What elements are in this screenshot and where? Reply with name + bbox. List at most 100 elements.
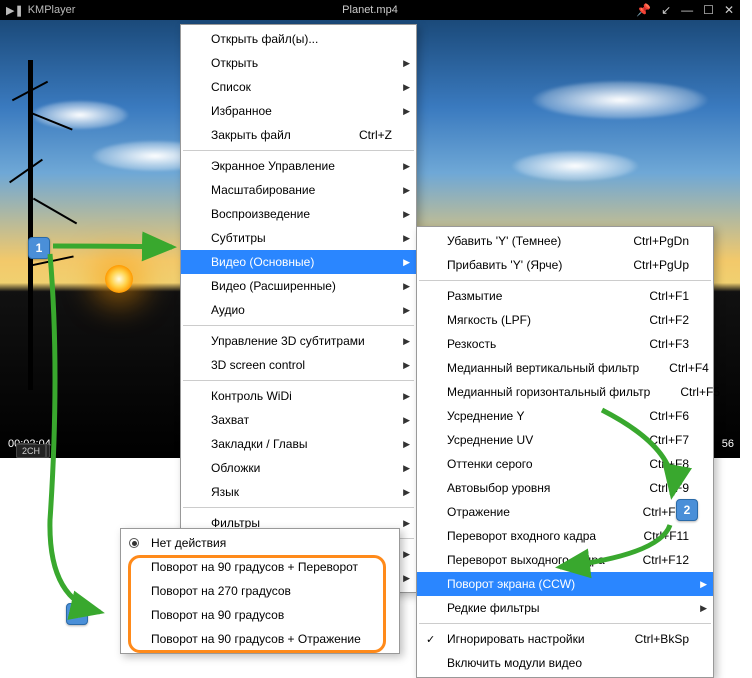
pin-icon[interactable]: 📌 <box>636 3 651 17</box>
menu-item[interactable]: Видео (Основные)▶ <box>181 250 416 274</box>
cloud <box>530 80 710 120</box>
menu-label: Редкие фильтры <box>447 601 540 615</box>
submenu-arrow-icon: ▶ <box>403 391 410 402</box>
app-logo: ▶❚ KMPlayer <box>6 4 75 17</box>
menu-item[interactable]: РезкостьCtrl+F3 <box>417 332 713 356</box>
menu-item[interactable]: Поворот на 90 градусов + Отражение <box>121 627 399 651</box>
menu-item[interactable]: Управление 3D субтитрами ▶ <box>181 329 416 353</box>
menu-label: Воспроизведение <box>211 207 310 221</box>
menu-item[interactable]: Редкие фильтры ▶ <box>417 596 713 620</box>
menu-item[interactable]: Медианный горизонтальный фильтрCtrl+F5 <box>417 380 713 404</box>
submenu-arrow-icon: ▶ <box>403 360 410 371</box>
menu-item[interactable]: Избранное▶ <box>181 99 416 123</box>
submenu-arrow-icon: ▶ <box>403 281 410 292</box>
window-controls: 📌 ↙ — ☐ ✕ <box>636 3 734 17</box>
menu-item[interactable]: Автовыбор уровняCtrl+F9 <box>417 476 713 500</box>
submenu-arrow-icon: ▶ <box>403 185 410 196</box>
shortcut: Ctrl+F8 <box>619 457 689 471</box>
shortcut: Ctrl+F11 <box>614 529 689 543</box>
menu-label: Отражение <box>447 505 510 519</box>
menu-label: Закладки / Главы <box>211 437 307 451</box>
tree <box>0 60 90 410</box>
submenu-arrow-icon: ▶ <box>700 603 707 614</box>
menu-item[interactable]: Контроль WiDi ▶ <box>181 384 416 408</box>
menu-item[interactable]: Оттенки серогоCtrl+F8 <box>417 452 713 476</box>
menu-item[interactable]: Язык▶ <box>181 480 416 504</box>
channels-badge: 2CH <box>16 444 46 458</box>
menu-label: Мягкость (LPF) <box>447 313 531 327</box>
menu-label: Переворот входного кадра <box>447 529 596 543</box>
menu-item[interactable]: Переворот входного кадра Ctrl+F11 <box>417 524 713 548</box>
shortcut: Ctrl+F2 <box>619 313 689 327</box>
menu-item[interactable]: Открыть файл(ы)... <box>181 27 416 51</box>
menu-item[interactable]: Поворот на 90 градусов <box>121 603 399 627</box>
close-icon[interactable]: ✕ <box>724 3 734 17</box>
menu-item[interactable]: Открыть▶ <box>181 51 416 75</box>
menu-label: Видео (Расширенные) <box>211 279 336 293</box>
submenu-arrow-icon: ▶ <box>403 106 410 117</box>
menu-item[interactable]: Прибавить 'Y' (Ярче) Ctrl+PgUp <box>417 253 713 277</box>
menu-item[interactable]: 3D screen control ▶ <box>181 353 416 377</box>
shortcut: Ctrl+PgUp <box>603 258 689 272</box>
menu-label: Убавить 'Y' (Темнее) <box>447 234 561 248</box>
submenu-arrow-icon: ▶ <box>403 573 410 584</box>
menu-label: Контроль WiDi <box>211 389 292 403</box>
menu-label: Экранное Управление <box>211 159 335 173</box>
shortcut: Ctrl+PgDn <box>603 234 689 248</box>
menu-item[interactable]: ОтражениеCtrl+F10 <box>417 500 713 524</box>
submenu-arrow-icon: ▶ <box>700 579 707 590</box>
submenu-rotate[interactable]: Нет действия Поворот на 90 градусов + Пер… <box>120 528 400 654</box>
menu-label: Игнорировать настройки <box>447 632 585 646</box>
menu-label: Нет действия <box>151 536 226 550</box>
menu-label: Аудио <box>211 303 245 317</box>
submenu-arrow-icon: ▶ <box>403 439 410 450</box>
menu-label: Прибавить 'Y' (Ярче) <box>447 258 562 272</box>
submenu-arrow-icon: ▶ <box>403 487 410 498</box>
menu-item[interactable]: Обложки▶ <box>181 456 416 480</box>
menu-item[interactable]: Поворот экрана (CCW)▶ <box>417 572 713 596</box>
logo-icon: ▶❚ <box>6 4 24 17</box>
menu-item[interactable]: ✓Игнорировать настройкиCtrl+BkSp <box>417 627 713 651</box>
callout-3: 3 <box>66 603 88 625</box>
menu-item[interactable]: Экранное Управление▶ <box>181 154 416 178</box>
menu-item[interactable]: Усреднение YCtrl+F6 <box>417 404 713 428</box>
menu-item[interactable]: Мягкость (LPF) Ctrl+F2 <box>417 308 713 332</box>
menu-label: Усреднение Y <box>447 409 525 423</box>
menu-item[interactable]: Поворот на 90 градусов + Переворот <box>121 555 399 579</box>
menu-label: 3D screen control <box>211 358 305 372</box>
menu-label: Резкость <box>447 337 496 351</box>
menu-item[interactable]: Переворот выходного кадраCtrl+F12 <box>417 548 713 572</box>
menu-item[interactable]: Усреднение UVCtrl+F7 <box>417 428 713 452</box>
menu-item[interactable]: Закрыть файлCtrl+Z <box>181 123 416 147</box>
window-title: Planet.mp4 <box>342 4 398 16</box>
menu-label: Открыть <box>211 56 258 70</box>
menu-item[interactable]: Убавить 'Y' (Темнее) Ctrl+PgDn <box>417 229 713 253</box>
minimize-icon[interactable]: — <box>681 3 693 17</box>
menu-item[interactable]: Закладки / Главы ▶ <box>181 432 416 456</box>
menu-item[interactable]: РазмытиеCtrl+F1 <box>417 284 713 308</box>
menu-item[interactable]: Медианный вертикальный фильтрCtrl+F4 <box>417 356 713 380</box>
menu-label: Поворот на 270 градусов <box>151 584 291 598</box>
menu-label: Масштабирование <box>211 183 315 197</box>
shortcut: Ctrl+F9 <box>619 481 689 495</box>
menu-item[interactable]: Аудио▶ <box>181 298 416 322</box>
maximize-icon[interactable]: ☐ <box>703 3 714 17</box>
menu-item[interactable]: Список▶ <box>181 75 416 99</box>
menu-item[interactable]: Видео (Расширенные) ▶ <box>181 274 416 298</box>
menu-item[interactable]: Субтитры▶ <box>181 226 416 250</box>
menu-item[interactable]: Масштабирование ▶ <box>181 178 416 202</box>
callout-1: 1 <box>28 237 50 259</box>
submenu-video-basic[interactable]: Убавить 'Y' (Темнее) Ctrl+PgDn Прибавить '… <box>416 226 714 678</box>
menu-item[interactable]: Воспроизведение▶ <box>181 202 416 226</box>
menu-label: Управление 3D субтитрами <box>211 334 365 348</box>
menu-item[interactable]: Нет действия <box>121 531 399 555</box>
submenu-arrow-icon: ▶ <box>403 336 410 347</box>
menu-item[interactable]: Включить модули видео <box>417 651 713 675</box>
context-menu-main[interactable]: Открыть файл(ы)...Открыть▶Список▶Избранн… <box>180 24 417 593</box>
menu-label: Поворот на 90 градусов + Отражение <box>151 632 361 646</box>
shortcut: Ctrl+Z <box>329 128 392 142</box>
submenu-arrow-icon: ▶ <box>403 233 410 244</box>
menu-item[interactable]: Захват▶ <box>181 408 416 432</box>
compact-icon[interactable]: ↙ <box>661 3 671 17</box>
menu-item[interactable]: Поворот на 270 градусов <box>121 579 399 603</box>
